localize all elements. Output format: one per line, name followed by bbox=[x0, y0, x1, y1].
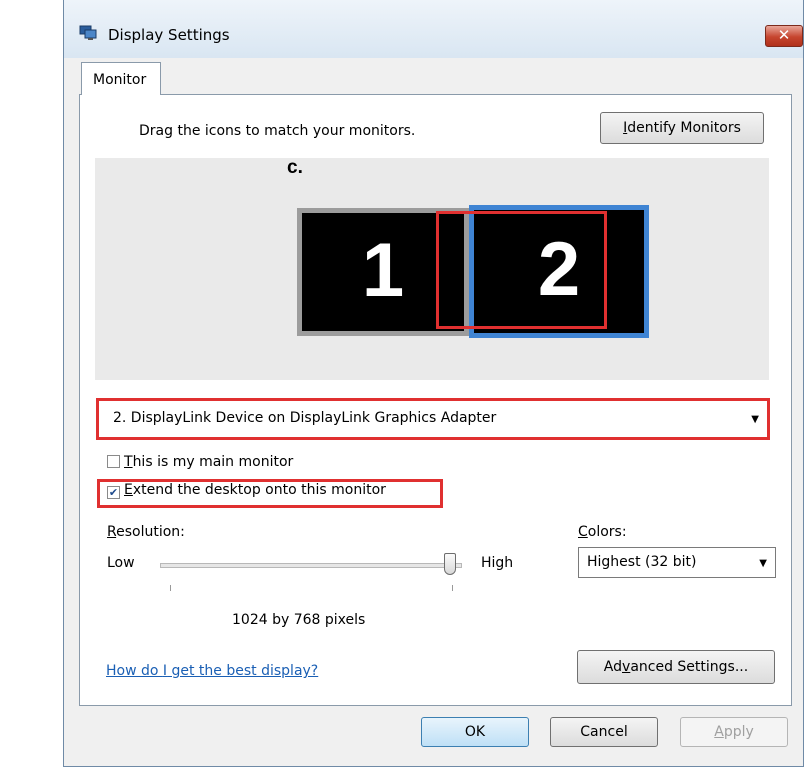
colors-select[interactable]: Highest (32 bit) ▼ bbox=[578, 547, 776, 578]
display-settings-icon bbox=[79, 25, 97, 40]
annotation-c: c. bbox=[287, 157, 303, 178]
display-device-select[interactable]: 2. DisplayLink Device on DisplayLink Gra… bbox=[98, 399, 768, 438]
close-icon: ✕ bbox=[777, 26, 791, 44]
colors-label: Colors: bbox=[578, 524, 627, 540]
ok-button[interactable]: OK bbox=[421, 717, 529, 747]
chevron-down-icon: ▼ bbox=[751, 414, 759, 425]
apply-button[interactable]: Apply bbox=[680, 717, 788, 747]
cancel-button[interactable]: Cancel bbox=[550, 717, 658, 747]
monitor-1-icon[interactable]: 1 bbox=[297, 208, 469, 336]
resolution-label: Resolution: bbox=[107, 524, 185, 540]
best-display-help-link[interactable]: How do I get the best display? bbox=[106, 663, 318, 679]
resolution-slider-thumb[interactable] bbox=[444, 553, 456, 575]
monitor-arrangement-area: 1 2 bbox=[95, 158, 769, 380]
tab-monitor[interactable]: Monitor bbox=[81, 62, 161, 95]
slider-tick-max bbox=[452, 585, 453, 591]
monitor-2-icon[interactable]: 2 bbox=[469, 205, 649, 338]
advanced-settings-button[interactable]: Advanced Settings... bbox=[577, 650, 775, 684]
main-monitor-checkbox[interactable] bbox=[107, 455, 120, 468]
extend-desktop-checkbox-row[interactable]: ✔ Extend the desktop onto this monitor bbox=[107, 482, 386, 499]
colors-value: Highest (32 bit) bbox=[587, 554, 697, 570]
identify-monitors-button[interactable]: Identify Monitors bbox=[600, 112, 764, 144]
slider-tick-min bbox=[170, 585, 171, 591]
chevron-down-icon: ▼ bbox=[759, 558, 767, 569]
extend-desktop-checkbox[interactable]: ✔ bbox=[107, 486, 120, 499]
instruction-text: Drag the icons to match your monitors. bbox=[139, 123, 416, 139]
close-button[interactable]: ✕ bbox=[765, 25, 803, 47]
display-device-value: 2. DisplayLink Device on DisplayLink Gra… bbox=[113, 410, 497, 426]
checkmark-icon: ✔ bbox=[108, 486, 119, 499]
window-title: Display Settings bbox=[108, 26, 230, 44]
title-bar[interactable]: Display Settings ✕ bbox=[64, 0, 803, 58]
resolution-low-label: Low bbox=[107, 555, 135, 571]
main-monitor-checkbox-row[interactable]: This is my main monitor bbox=[107, 454, 293, 470]
resolution-slider-track[interactable] bbox=[160, 563, 462, 568]
resolution-high-label: High bbox=[481, 555, 514, 571]
resolution-value: 1024 by 768 pixels bbox=[232, 612, 366, 628]
